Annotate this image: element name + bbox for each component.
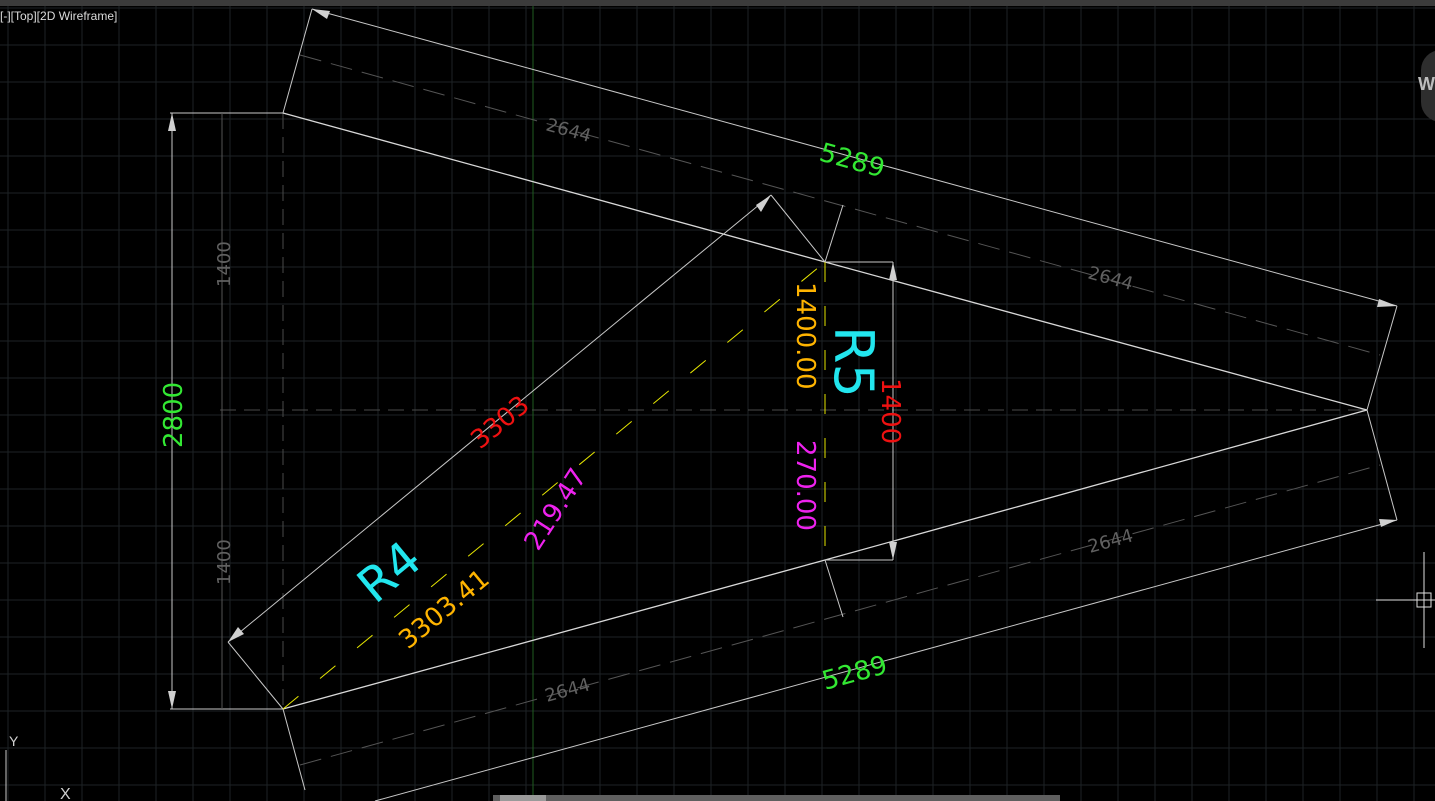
bottom-dim-ext-left — [282, 708, 306, 791]
bottom-dim-line — [374, 519, 1398, 801]
crosshair-cursor — [1376, 552, 1435, 648]
dim-left-lower: 1400 — [214, 539, 235, 585]
dim-segment-lower-left: 2644 — [543, 674, 593, 706]
upper-arm-centerline — [299, 54, 1381, 356]
navigation-wheel[interactable]: W — [1418, 50, 1435, 122]
r5-tick-top — [824, 204, 844, 263]
label-r4: R4 — [347, 530, 432, 614]
ucs-y-label: Y — [9, 733, 19, 749]
arrowhead — [168, 691, 176, 709]
label-r5-offset: 270.00 — [790, 440, 820, 531]
horizontal-scrollbar[interactable] — [493, 795, 1060, 801]
r4-dim-ext-bottom — [227, 641, 284, 710]
bottom-dim-ext-right — [1366, 409, 1398, 521]
label-r5: R5 — [822, 326, 885, 398]
dim-left-height: 2800 — [159, 382, 189, 448]
top-dim-ext-right — [1366, 305, 1398, 411]
top-dim-ext-left — [282, 8, 313, 114]
navwheel-letter: W — [1418, 74, 1435, 94]
r5-tick-bottom — [824, 559, 844, 618]
r4-dim-ext-top — [770, 194, 826, 263]
arrowhead — [168, 113, 176, 131]
label-r4-offset: 219.47 — [519, 463, 594, 556]
arrowhead — [1377, 299, 1397, 307]
drawing-canvas[interactable]: Y X 5289 5289 2800 1400 1400 2644 2644 2… — [0, 6, 1435, 801]
horizontal-scrollbar-thumb[interactable] — [500, 795, 546, 801]
viewport-controls-label[interactable]: [-][Top][2D Wireframe] — [0, 9, 117, 23]
dim-top-length: 5289 — [816, 138, 888, 184]
label-r5-length: 1400.00 — [790, 282, 820, 390]
lower-arm-centerline — [299, 464, 1381, 766]
dim-bottom-length: 5289 — [819, 650, 891, 696]
dim-diagonal-red: 3303 — [465, 390, 535, 455]
arrowhead — [756, 195, 771, 212]
dim-segment-lower-right: 2644 — [1086, 525, 1136, 557]
ucs-x-label: X — [60, 786, 71, 801]
dim-left-upper: 1400 — [214, 241, 235, 287]
arrowhead — [312, 9, 330, 19]
grid — [0, 6, 1435, 801]
